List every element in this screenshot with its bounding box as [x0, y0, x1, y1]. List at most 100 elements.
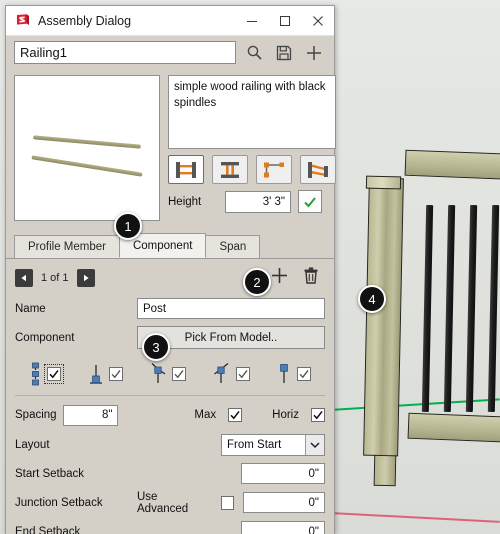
corner-layout-icon — [264, 162, 284, 177]
minimize-button[interactable] — [235, 6, 268, 36]
save-icon — [276, 45, 292, 60]
tab-span[interactable]: Span — [205, 235, 261, 258]
height-row: Height 3' 3" — [168, 190, 336, 213]
component-panel: 1 of 1 Name Post Component Pick From Mod… — [6, 259, 334, 534]
max-checkbox[interactable] — [228, 408, 243, 422]
checkmark-icon — [174, 369, 184, 379]
title-bar: Assembly Dialog — [6, 6, 334, 36]
checkmark-icon — [110, 369, 121, 379]
placement-start — [88, 362, 123, 386]
callout-badge-2: 2 — [243, 268, 271, 296]
end-point-icon — [280, 364, 288, 383]
dialog-body: simple wood railing with black spindles — [6, 69, 336, 534]
tab-strip: Profile Member Component Span — [6, 233, 334, 259]
add-component-button[interactable] — [270, 266, 289, 290]
model-top-rail — [404, 149, 500, 181]
description-textarea[interactable]: simple wood railing with black spindles — [168, 75, 336, 149]
close-icon — [312, 15, 323, 26]
tab-profile-member[interactable]: Profile Member — [14, 235, 120, 258]
arrow-right-icon — [83, 274, 89, 282]
assembly-name-input[interactable]: Railing1 — [14, 41, 236, 64]
green-axis-line — [329, 398, 500, 411]
spacing-input[interactable]: 8" — [62, 404, 119, 426]
assembly-preview[interactable] — [14, 75, 160, 221]
component-name-input[interactable]: Post — [137, 298, 325, 319]
height-confirm-button[interactable] — [298, 190, 322, 213]
distribute-along-icon — [32, 362, 39, 386]
end-setback-row: End Setback 0" — [15, 519, 325, 534]
max-group: Max — [194, 408, 243, 422]
junction-right-icon — [213, 362, 228, 383]
checkmark-icon — [49, 369, 59, 379]
junction-left-icon — [151, 363, 166, 383]
close-button[interactable] — [301, 6, 334, 36]
model-post-cap — [365, 175, 402, 190]
model-bottom-rail — [407, 412, 500, 444]
junction-setback-label: Junction Setback — [15, 496, 103, 509]
trash-icon — [304, 267, 318, 284]
placement-junction-right-checkbox[interactable] — [235, 367, 250, 381]
name-row: Name Post — [15, 296, 325, 321]
prev-component-button[interactable] — [15, 269, 33, 287]
checkmark-icon — [230, 410, 240, 420]
preview-rail — [31, 155, 143, 177]
layout-label: Layout — [15, 438, 50, 451]
layout-row: Layout From Start — [15, 432, 325, 457]
placement-end — [276, 362, 311, 386]
start-setback-row: Start Setback 0" — [15, 461, 325, 486]
search-button[interactable] — [242, 41, 266, 65]
model-spindle — [465, 204, 478, 413]
window-title: Assembly Dialog — [38, 13, 132, 28]
assembly-dialog-window: Assembly Dialog Railing1 simple wood rai… — [5, 5, 336, 534]
sketchup-icon — [17, 13, 29, 25]
red-axis-line — [329, 512, 500, 523]
post-section-icon-button[interactable] — [212, 155, 248, 184]
save-button[interactable] — [272, 41, 296, 65]
style-button-row — [168, 155, 336, 184]
end-setback-input[interactable]: 0" — [241, 521, 325, 534]
placement-distribute-checkbox[interactable] — [44, 364, 64, 384]
height-input[interactable]: 3' 3" — [225, 190, 291, 213]
placement-start-checkbox[interactable] — [108, 367, 123, 381]
layout-select[interactable]: From Start — [221, 433, 325, 456]
use-advanced-group: Use Advanced — [137, 491, 235, 515]
junction-setback-input[interactable]: 0" — [243, 492, 325, 513]
start-setback-input[interactable]: 0" — [241, 463, 325, 484]
checkmark-icon — [299, 369, 309, 379]
spacing-label: Spacing — [15, 409, 57, 421]
arrow-left-icon — [21, 274, 26, 282]
component-nav-row: 1 of 1 — [15, 266, 325, 290]
model-spindle — [487, 204, 500, 413]
start-setback-label: Start Setback — [15, 467, 85, 480]
horiz-group: Horiz — [272, 408, 325, 422]
height-label: Height — [168, 195, 202, 208]
post-section-icon — [221, 161, 239, 178]
name-label: Name — [15, 302, 46, 315]
model-post — [363, 177, 404, 457]
use-advanced-checkbox[interactable] — [220, 495, 235, 510]
delete-component-button[interactable] — [303, 267, 319, 289]
placement-junction-right — [213, 362, 250, 386]
checkmark-icon — [313, 410, 323, 420]
right-pane: simple wood railing with black spindles — [168, 75, 336, 221]
max-label: Max — [194, 409, 217, 421]
assembly-toolbar: Railing1 — [6, 36, 334, 69]
search-icon — [247, 45, 262, 60]
checkmark-icon — [237, 369, 248, 379]
sloped-rail-icon-button[interactable] — [300, 155, 336, 184]
callout-badge-4: 4 — [358, 285, 386, 313]
placement-end-checkbox[interactable] — [297, 367, 311, 381]
start-point-icon — [89, 365, 102, 384]
component-counter: 1 of 1 — [41, 272, 69, 284]
chevron-down-icon — [305, 434, 324, 455]
horiz-checkbox[interactable] — [311, 408, 325, 422]
add-assembly-button[interactable] — [302, 41, 326, 65]
placement-junction-left-checkbox[interactable] — [172, 367, 186, 381]
rail-panel-icon-button[interactable] — [168, 155, 204, 184]
maximize-button[interactable] — [268, 6, 301, 36]
component-row: Component Pick From Model.. — [15, 325, 325, 350]
next-component-button[interactable] — [76, 269, 95, 287]
spacing-row: Spacing 8" Max Horiz — [15, 403, 325, 427]
callout-badge-3: 3 — [142, 333, 170, 361]
corner-layout-icon-button[interactable] — [256, 155, 292, 184]
